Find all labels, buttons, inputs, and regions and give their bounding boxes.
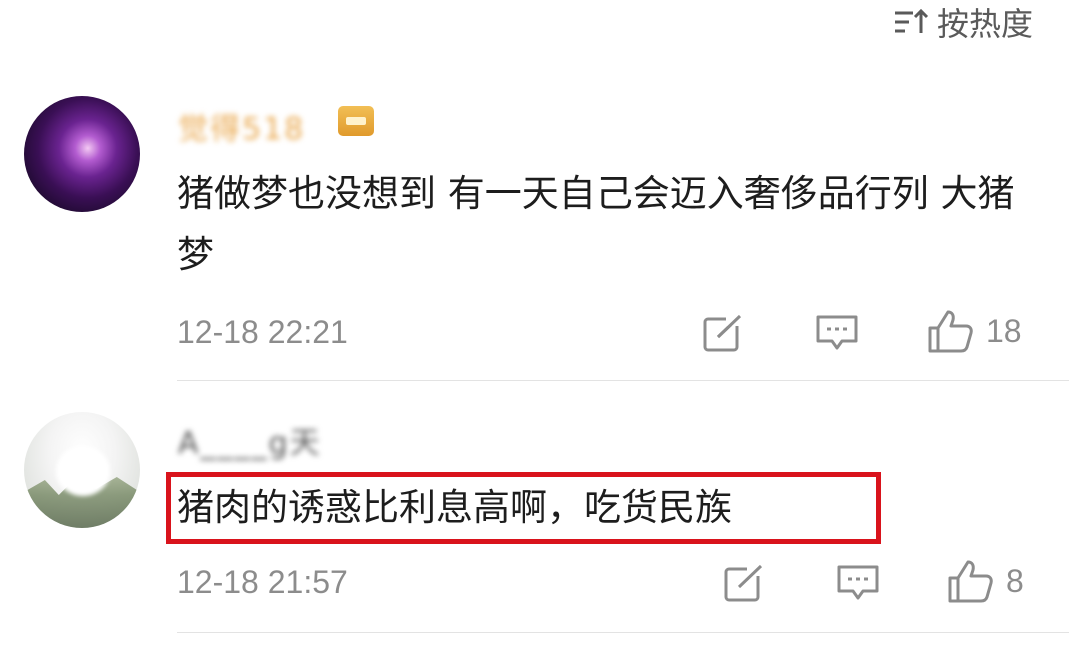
avatar[interactable] <box>24 412 140 528</box>
comment-time: 12-18 21:57 <box>177 564 348 600</box>
comment-item: A____g天 猪肉的诱惑比利息高啊，吃货民族 12-18 21:57 8 <box>0 0 1069 651</box>
reply-button[interactable] <box>836 563 880 603</box>
like-button[interactable]: 8 <box>946 558 1024 604</box>
divider <box>177 632 1069 633</box>
comment-text: 猪肉的诱惑比利息高啊，吃货民族 <box>177 486 732 529</box>
username[interactable]: A____g天 <box>178 418 322 462</box>
share-icon <box>723 563 765 603</box>
comment-bubble-icon <box>836 563 880 603</box>
like-count: 8 <box>1006 562 1024 599</box>
share-button[interactable] <box>723 563 765 603</box>
thumbs-up-icon <box>946 558 994 604</box>
